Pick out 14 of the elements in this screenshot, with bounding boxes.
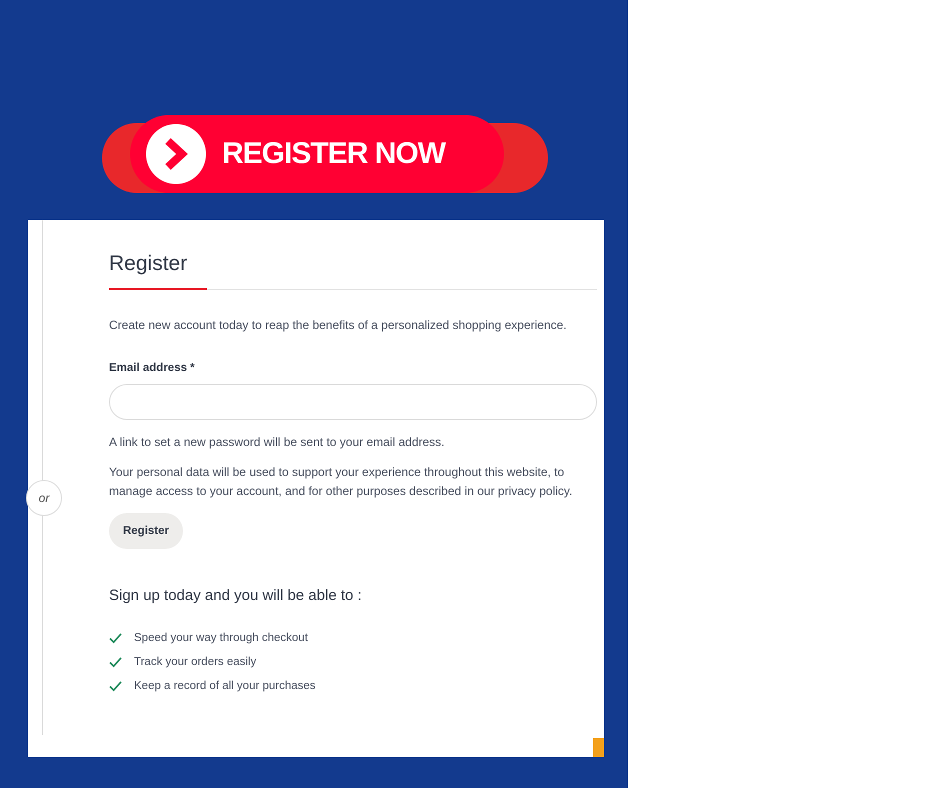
benefit-text: Keep a record of all your purchases (134, 680, 316, 692)
register-button[interactable]: Register (109, 513, 183, 549)
chevron-icon (146, 124, 206, 184)
intro-text: Create new account today to reap the benefits of a personalized shopping experience. (109, 318, 568, 332)
email-field[interactable] (109, 384, 597, 420)
benefits-heading: Sign up today and you will be able to : (109, 587, 363, 604)
benefit-text: Speed your way through checkout (134, 632, 308, 644)
email-label: Email address * (109, 362, 196, 374)
register-now-button[interactable]: REGISTER NOW (130, 115, 504, 193)
privacy-text: Your personal data will be used to support your experience throughout this website, to manage access to your account, and for other purposes described in our privacy policy. (109, 464, 574, 500)
register-tab[interactable]: Register (109, 252, 207, 290)
hint-text: A link to set a new password will be sent to your email address. (109, 435, 446, 449)
benefit-text: Track your orders easily (134, 656, 256, 668)
corner-marker (593, 738, 604, 757)
